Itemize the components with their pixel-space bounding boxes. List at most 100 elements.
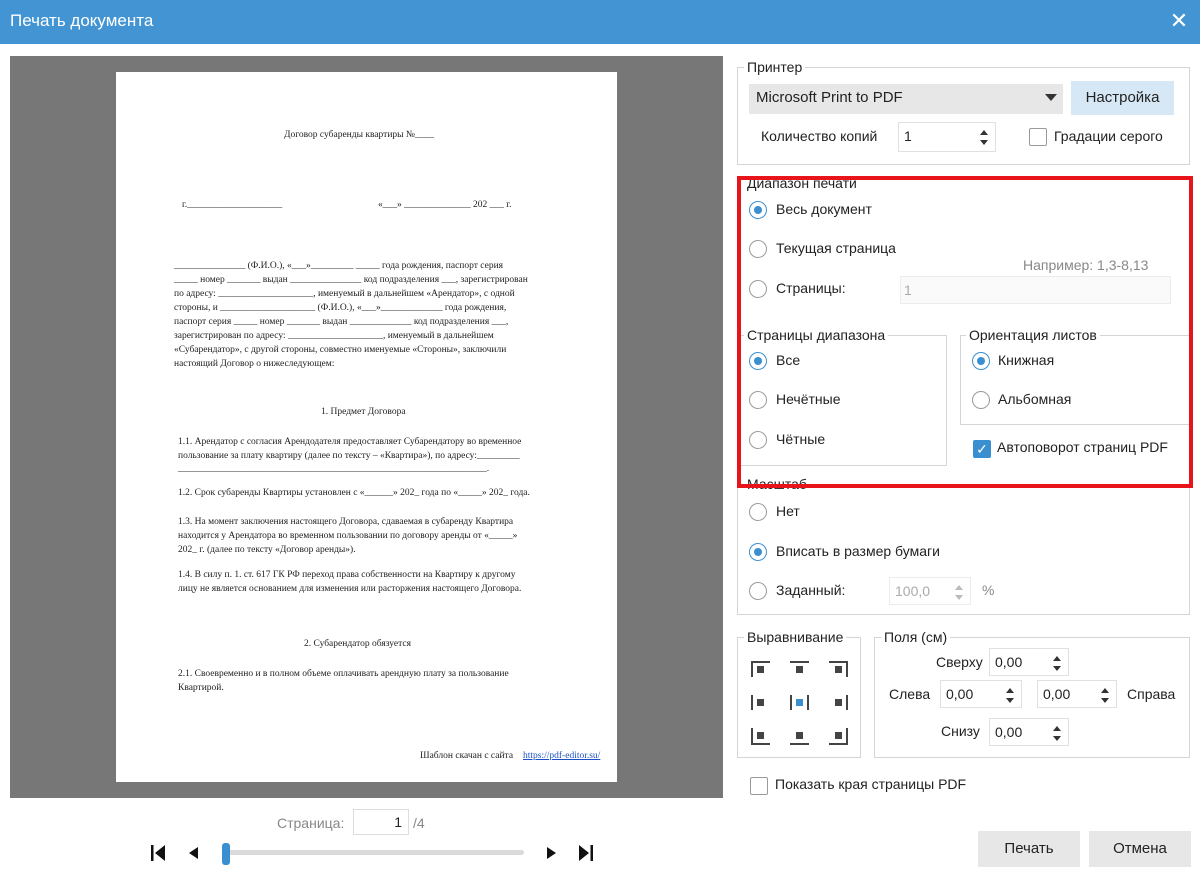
copies-stepper[interactable]: 1 — [898, 122, 996, 152]
range-all-label: Весь документ — [776, 201, 872, 217]
paragraph-line: пользование за плату квартиру (далее по … — [178, 451, 520, 461]
align-mark — [796, 666, 803, 673]
range-pages-radio[interactable] — [749, 280, 767, 298]
orientation-landscape-label: Альбомная — [998, 391, 1072, 407]
orientation-group — [960, 335, 1190, 425]
paragraph-line: 2.1. Своевременно и в полном объеме опла… — [178, 669, 509, 679]
align-mark — [829, 661, 848, 663]
align-mark — [757, 699, 764, 706]
pages-input[interactable]: 1 — [900, 276, 1171, 304]
stepper-up-icon[interactable] — [1006, 688, 1014, 693]
paragraph-line: Квартирой. — [178, 683, 224, 693]
margin-right-stepper[interactable]: 0,00 — [1037, 680, 1117, 708]
margin-right-value: 0,00 — [1043, 686, 1071, 702]
printer-setup-button[interactable]: Настройка — [1071, 81, 1174, 115]
stepper-down-icon[interactable] — [1006, 698, 1014, 703]
align-mark — [829, 743, 848, 745]
printer-select[interactable]: Microsoft Print to PDF — [749, 84, 1063, 114]
stepper-down-icon[interactable] — [1053, 666, 1061, 671]
window-title: Печать документа — [10, 11, 154, 30]
cancel-button[interactable]: Отмена — [1089, 831, 1191, 867]
date-line: «___» ______________ 202 ___ г. — [378, 200, 512, 210]
copies-label: Количество копий — [761, 128, 878, 144]
align-top-center-icon[interactable] — [787, 659, 813, 681]
stepper-down-icon[interactable] — [1053, 736, 1061, 741]
stepper-down-icon[interactable] — [1101, 698, 1109, 703]
autorotate-checkbox[interactable]: ✓ — [973, 440, 991, 458]
range-current-radio[interactable] — [749, 240, 767, 258]
stepper-up-icon[interactable] — [1101, 688, 1109, 693]
print-button[interactable]: Печать — [978, 831, 1080, 867]
stepper-up-icon[interactable] — [980, 130, 988, 135]
stepper-up-icon[interactable] — [1053, 656, 1061, 661]
range-legend: Диапазон печати — [744, 175, 860, 191]
align-top-left-icon[interactable] — [748, 659, 774, 681]
margin-bottom-stepper[interactable]: 0,00 — [989, 718, 1069, 746]
subset-odd-radio[interactable] — [749, 391, 767, 409]
range-pages-label: Страницы: — [776, 280, 846, 296]
orientation-portrait-radio[interactable] — [972, 352, 990, 370]
scale-none-radio[interactable] — [749, 503, 767, 521]
align-center-icon[interactable] — [787, 692, 813, 714]
scale-custom-radio[interactable] — [749, 582, 767, 600]
paragraph-line: 202_ г. (далее по тексту «Договор аренды… — [178, 545, 356, 555]
footer-link[interactable]: https://pdf-editor.su/ — [523, 751, 600, 761]
scale-custom-stepper[interactable]: 100,0 — [889, 577, 971, 605]
close-icon[interactable]: ✕ — [1166, 7, 1192, 35]
paragraph-line: 1.2. Срок субаренды Квартиры установлен … — [178, 488, 530, 498]
prev-page-icon[interactable] — [183, 842, 205, 864]
align-mark — [751, 661, 770, 663]
align-bottom-right-icon[interactable] — [826, 725, 852, 747]
first-page-icon[interactable] — [148, 842, 170, 864]
subset-even-radio[interactable] — [749, 431, 767, 449]
scale-fit-radio[interactable] — [749, 543, 767, 561]
paragraph-line: находится у Арендатора во временном поль… — [178, 531, 518, 541]
align-bottom-center-icon[interactable] — [787, 725, 813, 747]
align-mark — [846, 728, 848, 743]
grayscale-checkbox[interactable] — [1029, 128, 1047, 146]
next-page-icon[interactable] — [541, 842, 563, 864]
intro-line: _____ номер _______ выдан ______________… — [174, 275, 528, 285]
margin-top-stepper[interactable]: 0,00 — [989, 648, 1069, 676]
align-top-right-icon[interactable] — [826, 659, 852, 681]
orientation-portrait-label: Книжная — [998, 352, 1055, 368]
last-page-icon[interactable] — [574, 842, 596, 864]
align-mark — [790, 743, 809, 745]
align-mark — [790, 661, 809, 663]
align-mark — [807, 695, 809, 710]
city-line: г.____________________ — [182, 200, 283, 210]
align-mark — [751, 662, 753, 677]
intro-line: стороны, и ____________________ (Ф.И.О.)… — [174, 303, 507, 313]
align-bottom-left-icon[interactable] — [748, 725, 774, 747]
page-slider-thumb[interactable] — [222, 843, 230, 865]
margin-right-label: Справа — [1127, 686, 1176, 702]
page-slider-track[interactable] — [226, 850, 524, 855]
subset-group — [737, 335, 947, 466]
grayscale-label: Градации серого — [1054, 128, 1163, 144]
align-middle-right-icon[interactable] — [826, 692, 852, 714]
scale-custom-value: 100,0 — [895, 583, 931, 599]
section-title: 1. Предмет Договора — [321, 407, 406, 417]
range-all-radio[interactable] — [749, 201, 767, 219]
align-mark — [835, 732, 842, 739]
stepper-up-icon[interactable] — [1053, 726, 1061, 731]
preview-page: Договор субаренды квартиры №____ г._____… — [116, 72, 617, 782]
margin-left-stepper[interactable]: 0,00 — [940, 680, 1022, 708]
stepper-up-icon[interactable] — [955, 585, 963, 590]
orientation-landscape-radio[interactable] — [972, 391, 990, 409]
prev-page-glyph — [189, 847, 198, 859]
align-middle-left-icon[interactable] — [748, 692, 774, 714]
stepper-down-icon[interactable] — [980, 140, 988, 145]
printer-legend: Принтер — [744, 59, 806, 75]
subset-legend: Страницы диапазона — [744, 327, 889, 343]
autorotate-label: Автоповорот страниц PDF — [997, 439, 1168, 455]
subset-all-radio[interactable] — [749, 352, 767, 370]
show-edges-checkbox[interactable] — [750, 777, 768, 795]
page-number-input[interactable]: 1 — [353, 809, 409, 835]
margin-top-label: Сверху — [936, 654, 983, 670]
intro-line: «Субарендатор», с другой стороны, совмес… — [174, 345, 507, 355]
intro-line: зарегистрирован по адресу: _____________… — [174, 331, 494, 341]
stepper-down-icon[interactable] — [955, 595, 963, 600]
margin-bottom-label: Снизу — [941, 723, 980, 739]
next-page-glyph — [547, 847, 556, 859]
